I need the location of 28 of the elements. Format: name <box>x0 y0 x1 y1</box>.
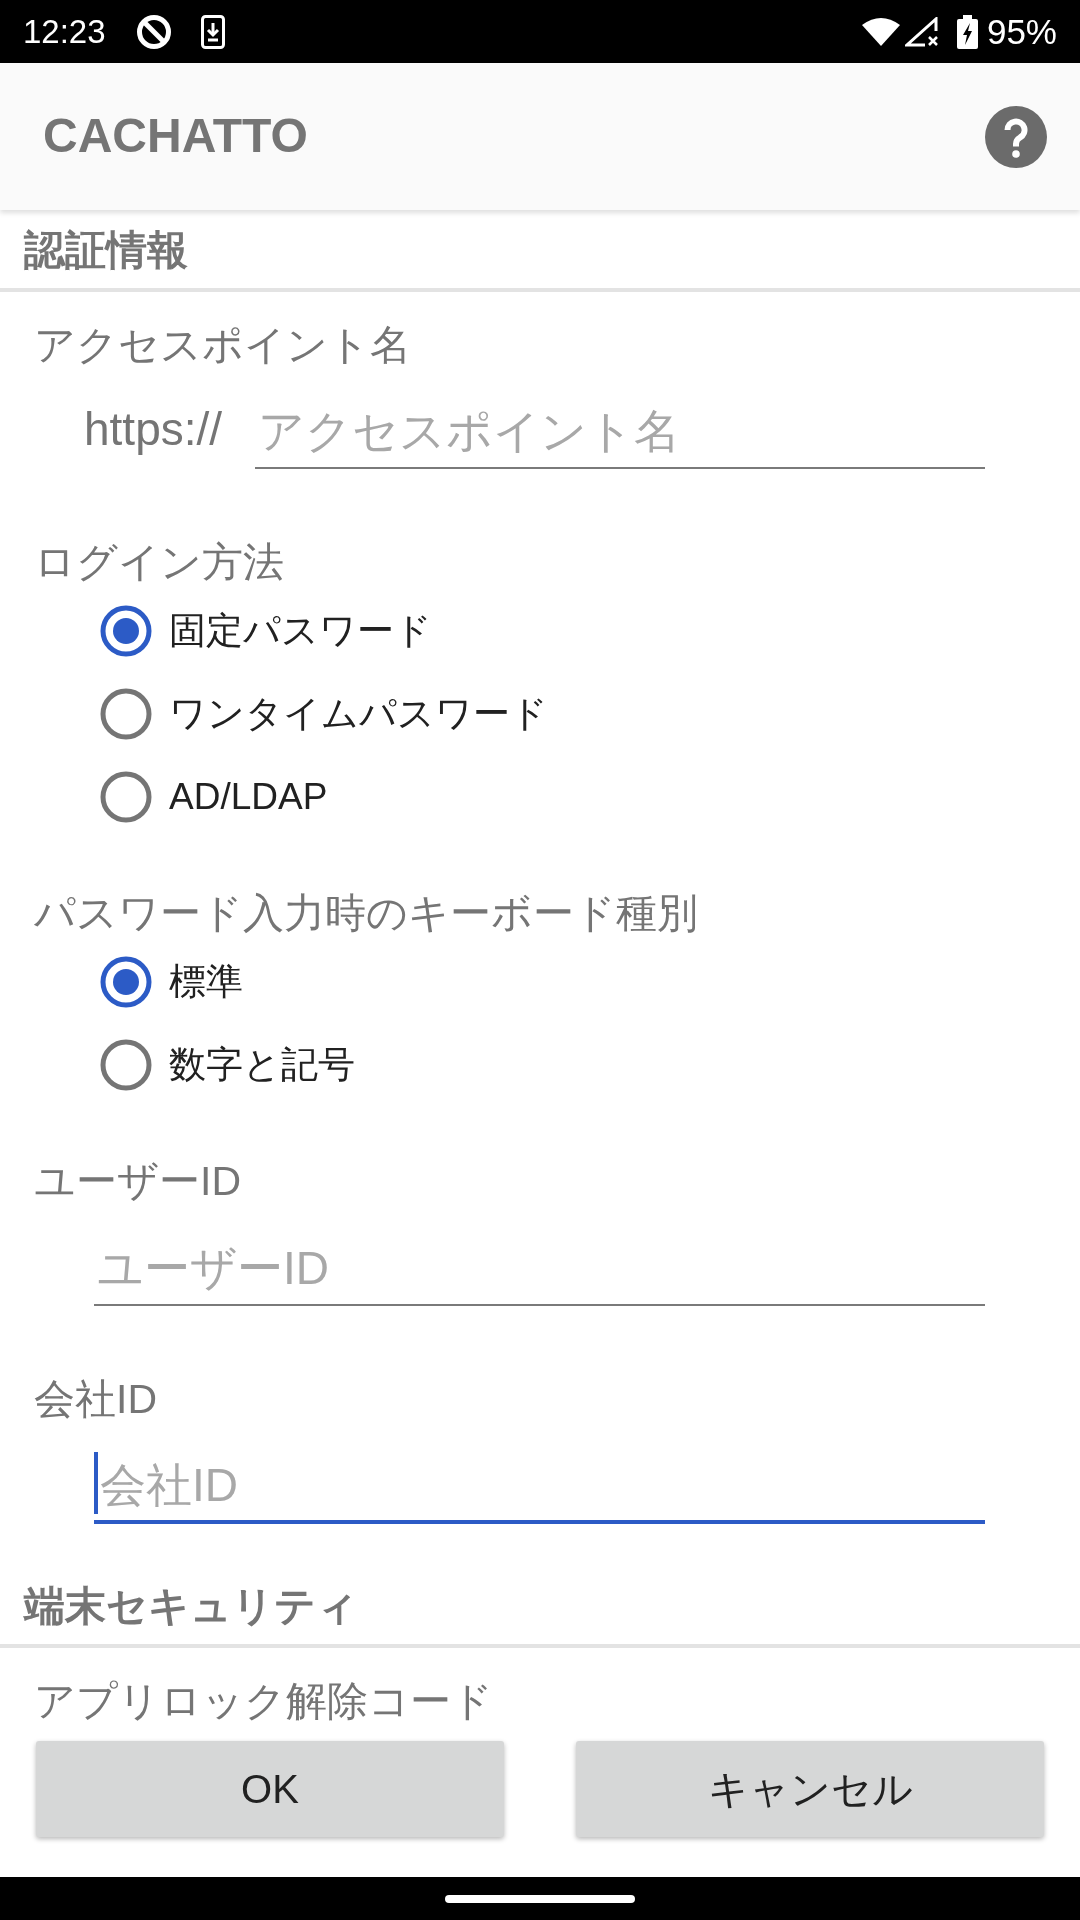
section-title: 端末セキュリティ <box>24 1582 358 1632</box>
field-label: 会社ID <box>34 1375 157 1424</box>
battery-charging-icon <box>956 14 978 49</box>
field-label: ログイン方法 <box>34 538 284 587</box>
radio-option[interactable]: 標準 <box>100 940 243 1023</box>
url-prefix: https:// <box>84 403 223 455</box>
section-title: 認証情報 <box>24 226 188 276</box>
help-icon[interactable] <box>985 105 1047 168</box>
field-label: パスワード入力時のキーボード種別 <box>34 889 698 938</box>
input-field[interactable]: アクセスポイント名 <box>255 389 985 469</box>
app-title: CACHATTO <box>43 110 308 163</box>
wifi-icon <box>861 17 900 46</box>
battery-percent: 95% <box>986 14 1057 49</box>
cancel-button[interactable]: キャンセル <box>576 1741 1044 1837</box>
input-field[interactable]: ユーザーID <box>94 1226 985 1306</box>
ok-button[interactable]: OK <box>36 1741 504 1837</box>
home-handle[interactable] <box>445 1894 635 1903</box>
signal-icon <box>904 16 938 47</box>
field-label: ユーザーID <box>34 1157 241 1206</box>
radio-option[interactable]: AD/LDAP <box>100 755 328 838</box>
radio-option[interactable]: 固定パスワード <box>100 589 432 672</box>
field-label: アクセスポイント名 <box>34 321 411 370</box>
radio-option[interactable]: ワンタイムパスワード <box>100 672 548 755</box>
circle-slash-icon <box>134 12 173 51</box>
download-icon <box>200 14 225 49</box>
radio-option[interactable]: 数字と記号 <box>100 1023 355 1106</box>
field-label: アプリロック解除コード <box>34 1677 493 1724</box>
clock-time: 12:23 <box>23 15 106 48</box>
